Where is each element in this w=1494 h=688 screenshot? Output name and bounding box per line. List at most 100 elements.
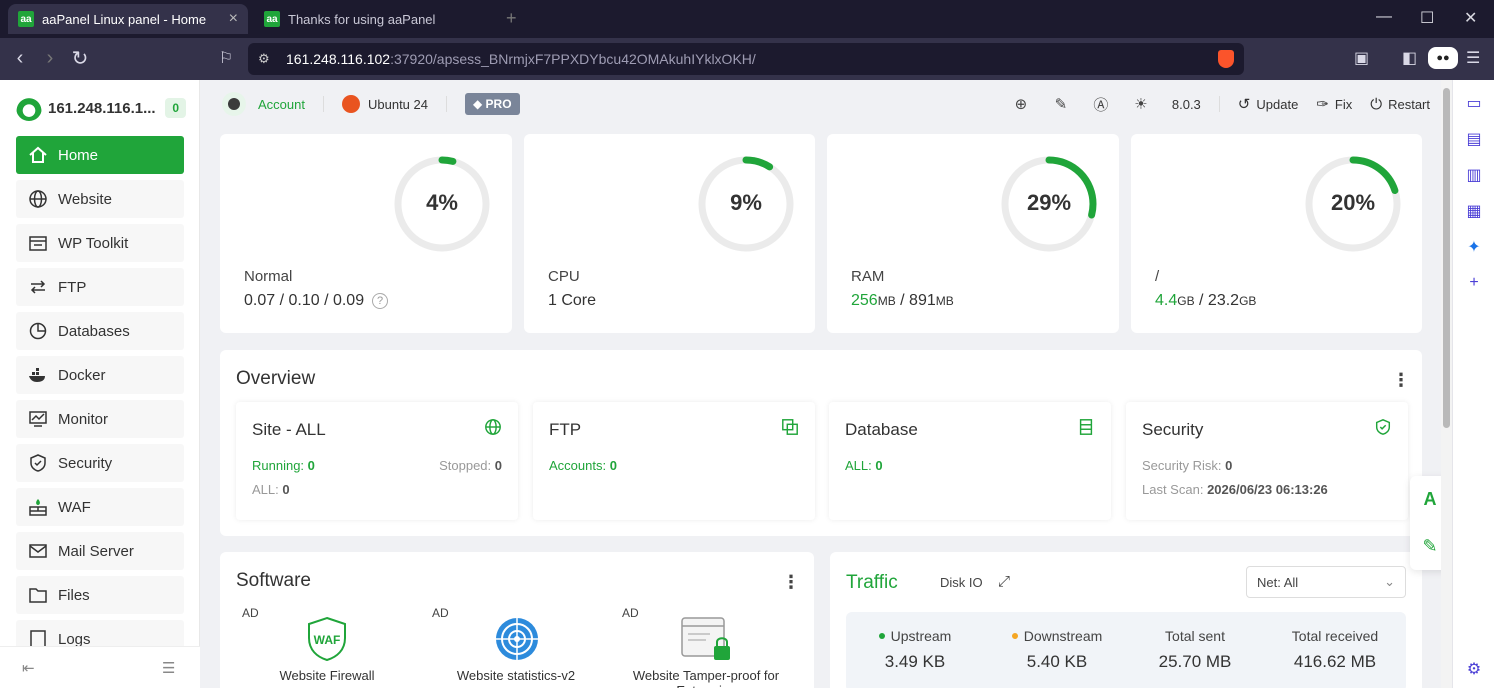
- sidebar-toggle-icon[interactable]: ◧: [1402, 48, 1417, 68]
- sidebar-item-ftp[interactable]: FTP: [16, 268, 184, 306]
- address-bar[interactable]: ⚙ 161.248.116.102 :37920/apsess_BNrmjxF7…: [248, 43, 1244, 75]
- sidebar-item-label: Home: [58, 146, 99, 164]
- disk-io-tab[interactable]: Disk IO: [940, 575, 983, 590]
- tab-aapanel-home[interactable]: aa aaPanel Linux panel - Home ×: [8, 4, 248, 34]
- software-name[interactable]: Website Firewall: [237, 668, 417, 683]
- load-value: 0.07 / 0.10 / 0.09?: [244, 292, 389, 310]
- list-menu-icon[interactable]: ☰: [162, 659, 175, 677]
- gear-icon[interactable]: ⚙: [1465, 660, 1483, 678]
- reading-list-icon[interactable]: ▦: [1465, 202, 1483, 220]
- update-button[interactable]: ↺ Update: [1238, 95, 1299, 113]
- overview-more-icon[interactable]: ⋮: [1392, 370, 1410, 391]
- brave-shield-icon[interactable]: [1218, 50, 1234, 68]
- software-name[interactable]: Website Tamper-proof for Enterprise: [616, 668, 796, 688]
- software-more-icon[interactable]: ⋮: [782, 572, 800, 593]
- wallet-icon[interactable]: ▤: [1465, 130, 1483, 148]
- account-avatar-icon[interactable]: [222, 92, 246, 116]
- restart-label: Restart: [1388, 96, 1430, 112]
- minimize-icon[interactable]: —: [1376, 8, 1392, 26]
- tamper-proof-lock-icon[interactable]: [680, 616, 736, 664]
- traffic-tab[interactable]: Traffic: [846, 572, 898, 594]
- bookmarks-icon[interactable]: ▥: [1465, 166, 1483, 184]
- sidebar-item-docker[interactable]: Docker: [16, 356, 184, 394]
- help-icon[interactable]: ?: [372, 293, 389, 309]
- back-icon[interactable]: ‹: [8, 46, 32, 70]
- theme-sun-icon[interactable]: ☀: [1132, 95, 1150, 113]
- overview-site[interactable]: Site - ALL Running: 0 Stopped: 0 ALL: 0: [236, 402, 518, 520]
- ftp-accounts[interactable]: Accounts: 0: [549, 458, 617, 473]
- video-icon[interactable]: ▭: [1465, 94, 1483, 112]
- scan-label: Last Scan:: [1142, 482, 1204, 497]
- scroll-thumb[interactable]: [1443, 88, 1450, 428]
- sidebar-item-monitor[interactable]: Monitor: [16, 400, 184, 438]
- software-title: Software: [236, 570, 311, 591]
- reader-mode-icon[interactable]: ▣: [1354, 48, 1369, 68]
- panel-version[interactable]: 8.0.3: [1172, 97, 1201, 112]
- close-icon[interactable]: ×: [229, 10, 238, 28]
- net-select[interactable]: Net: All ⌄: [1246, 566, 1406, 598]
- ram-card[interactable]: 29% RAM 256MB / 891MB: [827, 134, 1119, 333]
- collapse-sidebar-icon[interactable]: ⇤: [22, 659, 35, 677]
- sidebar-item-label: Files: [58, 586, 90, 604]
- statistics-target-icon[interactable]: [494, 616, 540, 662]
- url-path: :37920/apsess_BNrmjxF7PPXDYbcu42OMAkuhIY…: [390, 51, 756, 67]
- page-scrollbar[interactable]: [1441, 80, 1452, 688]
- sidebar-item-security[interactable]: Security: [16, 444, 184, 482]
- close-window-icon[interactable]: ✕: [1464, 8, 1477, 28]
- sidebar-item-mail-server[interactable]: Mail Server: [16, 532, 184, 570]
- new-tab-icon[interactable]: +: [506, 8, 517, 29]
- mail-icon: [28, 541, 48, 561]
- browser-tab-bar: aa aaPanel Linux panel - Home × aa Thank…: [0, 0, 1494, 38]
- sidebar-item-wp-toolkit[interactable]: WP Toolkit: [16, 224, 184, 262]
- pro-badge[interactable]: ◆ PRO: [464, 93, 520, 115]
- database-all[interactable]: ALL: 0: [845, 458, 883, 473]
- downstream-value: 5.40 KB: [1026, 652, 1088, 671]
- site-running[interactable]: Running: 0: [252, 458, 315, 473]
- sidebar-item-waf[interactable]: WAF: [16, 488, 184, 526]
- ad-tag: AD: [622, 606, 639, 620]
- disk-total: / 23.2: [1194, 292, 1240, 309]
- overview-security[interactable]: Security Security Risk: 0 Last Scan: 202…: [1126, 402, 1408, 520]
- edit-icon[interactable]: ✎: [1052, 95, 1070, 113]
- security-risk[interactable]: Security Risk: 0: [1142, 458, 1232, 473]
- disk-used: 4.4: [1155, 292, 1178, 309]
- site-stopped[interactable]: Stopped: 0: [439, 458, 502, 473]
- sidebar-item-label: WP Toolkit: [58, 234, 129, 252]
- restart-button[interactable]: ⏻ Restart: [1370, 96, 1430, 113]
- cpu-card[interactable]: 9% CPU 1 Core: [524, 134, 815, 333]
- sidebar-item-home[interactable]: Home: [16, 136, 184, 174]
- message-badge[interactable]: 0: [165, 98, 186, 118]
- overview-ftp[interactable]: FTP Accounts: 0: [533, 402, 815, 520]
- overview-database[interactable]: Database ALL: 0: [829, 402, 1111, 520]
- header-actions: ⊕ ✎ Ⓐ ☀ 8.0.3 ↺ Update ✑ Fix ⏻ Restart: [990, 88, 1430, 120]
- reload-icon[interactable]: ↻: [68, 46, 92, 70]
- expand-icon[interactable]: ⤢: [998, 573, 1010, 590]
- running-count: 0: [307, 458, 315, 473]
- site-info-icon[interactable]: ⚙: [258, 51, 270, 67]
- forward-icon[interactable]: ›: [38, 46, 62, 70]
- disk-card[interactable]: 20% / 4.4GB / 23.2GB: [1131, 134, 1422, 333]
- vpn-icon[interactable]: ●●: [1428, 47, 1458, 69]
- fix-button[interactable]: ✑ Fix: [1316, 95, 1352, 113]
- menu-icon[interactable]: ☰: [1466, 48, 1480, 68]
- site-all[interactable]: ALL: 0: [252, 482, 290, 497]
- cpu-label: CPU: [548, 268, 580, 285]
- font-icon[interactable]: Ⓐ: [1092, 95, 1110, 114]
- docker-icon: [28, 365, 48, 385]
- maximize-icon[interactable]: ☐: [1420, 8, 1434, 28]
- update-label: Update: [1256, 96, 1299, 112]
- leo-ai-icon[interactable]: ✦: [1465, 238, 1483, 256]
- tab-thanks[interactable]: aa Thanks for using aaPanel: [254, 4, 494, 34]
- account-link[interactable]: Account: [258, 97, 305, 112]
- bookmark-icon[interactable]: ⚐: [214, 46, 238, 70]
- sidebar-item-databases[interactable]: Databases: [16, 312, 184, 350]
- language-icon[interactable]: ⊕: [1012, 95, 1030, 113]
- waf-shield-icon[interactable]: WAF: [306, 616, 348, 662]
- add-panel-icon[interactable]: +: [1465, 274, 1483, 292]
- sidebar-item-website[interactable]: Website: [16, 180, 184, 218]
- software-name[interactable]: Website statistics-v2: [426, 668, 606, 683]
- aapanel-favicon: aa: [18, 11, 34, 27]
- ram-used: 256: [851, 292, 878, 309]
- load-card[interactable]: 4% Normal 0.07 / 0.10 / 0.09?: [220, 134, 512, 333]
- sidebar-item-files[interactable]: Files: [16, 576, 184, 614]
